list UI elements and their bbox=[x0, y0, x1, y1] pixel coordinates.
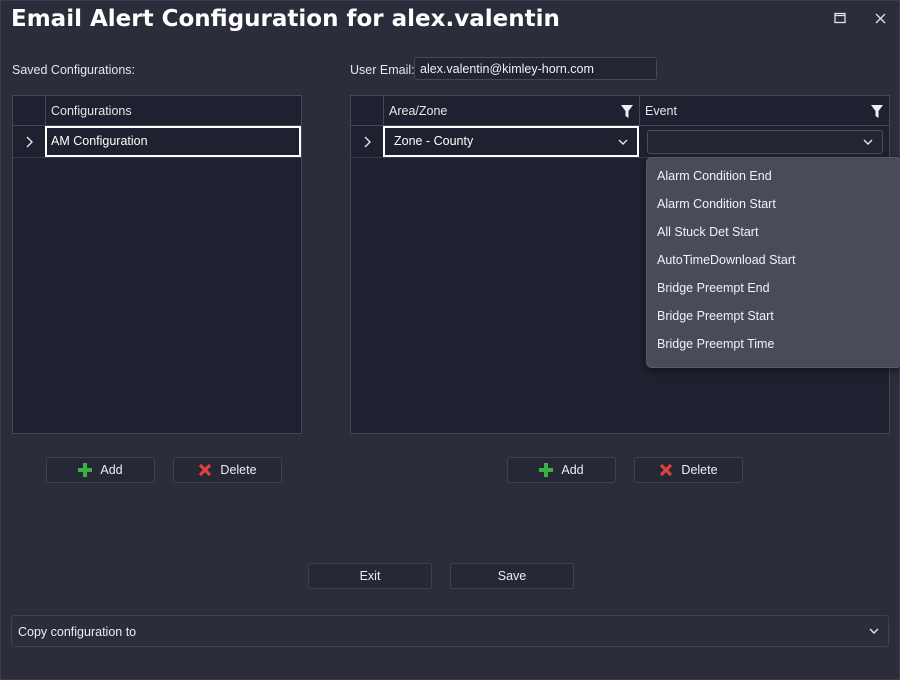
event-dropdown-list: Alarm Condition End Alarm Condition Star… bbox=[646, 157, 900, 368]
save-button[interactable]: Save bbox=[450, 563, 574, 589]
area-zone-value: Zone - County bbox=[394, 134, 474, 148]
delete-x-icon bbox=[660, 463, 673, 477]
chevron-right-icon bbox=[364, 136, 371, 148]
column-header-event[interactable]: Event bbox=[639, 96, 889, 126]
exit-button[interactable]: Exit bbox=[308, 563, 432, 589]
maximize-icon bbox=[834, 12, 846, 24]
event-option[interactable]: Bridge Preempt Time bbox=[647, 330, 900, 358]
column-header-area-zone[interactable]: Area/Zone bbox=[383, 96, 639, 126]
event-option[interactable]: All Stuck Det Start bbox=[647, 218, 900, 246]
column-header-configurations[interactable]: Configurations bbox=[45, 96, 301, 126]
configuration-name-cell[interactable]: AM Configuration bbox=[45, 126, 301, 157]
chevron-down-icon bbox=[869, 628, 879, 634]
chevron-down-icon bbox=[863, 139, 873, 145]
user-email-field[interactable] bbox=[414, 57, 657, 80]
delete-alert-button[interactable]: Delete bbox=[634, 457, 743, 483]
table-row[interactable]: AM Configuration bbox=[13, 126, 301, 158]
plus-icon bbox=[78, 463, 93, 477]
row-expand-button[interactable] bbox=[351, 126, 383, 158]
event-option[interactable]: Bridge Preempt Start bbox=[647, 302, 900, 330]
event-option[interactable]: AutoTimeDownload Start bbox=[647, 246, 900, 274]
row-expand-button[interactable] bbox=[13, 126, 45, 158]
add-configuration-label: Add bbox=[100, 463, 123, 477]
configurations-grid: Configurations AM Configuration bbox=[12, 95, 302, 434]
area-zone-combo[interactable]: Zone - County bbox=[383, 126, 639, 157]
chevron-right-icon bbox=[26, 136, 33, 148]
add-alert-label: Add bbox=[561, 463, 584, 477]
copy-configuration-combo[interactable]: Copy configuration to bbox=[11, 615, 889, 647]
plus-icon bbox=[539, 463, 554, 477]
column-header-area-zone-label: Area/Zone bbox=[389, 104, 448, 118]
event-option[interactable]: Alarm Condition Start bbox=[647, 190, 900, 218]
filter-icon[interactable] bbox=[871, 105, 883, 118]
event-combo[interactable] bbox=[647, 130, 883, 154]
table-row[interactable]: Zone - County bbox=[351, 126, 889, 158]
delete-x-icon bbox=[199, 463, 212, 477]
column-header-event-label: Event bbox=[645, 104, 677, 118]
alerts-grid-header: Area/Zone Event bbox=[351, 96, 889, 126]
maximize-button[interactable] bbox=[825, 5, 855, 31]
delete-configuration-label: Delete bbox=[220, 463, 257, 477]
window-title: Email Alert Configuration for alex.valen… bbox=[11, 6, 560, 32]
add-configuration-button[interactable]: Add bbox=[46, 457, 155, 483]
delete-configuration-button[interactable]: Delete bbox=[173, 457, 282, 483]
email-alert-window: Email Alert Configuration for alex.valen… bbox=[0, 0, 900, 680]
close-button[interactable] bbox=[865, 5, 895, 31]
configurations-grid-header: Configurations bbox=[13, 96, 301, 126]
event-option[interactable]: Bridge Preempt End bbox=[647, 274, 900, 302]
copy-configuration-placeholder: Copy configuration to bbox=[18, 625, 137, 639]
saved-configurations-label: Saved Configurations: bbox=[12, 63, 135, 77]
filter-icon[interactable] bbox=[621, 105, 633, 118]
event-option[interactable]: Alarm Condition End bbox=[647, 162, 900, 190]
add-alert-button[interactable]: Add bbox=[507, 457, 616, 483]
user-email-label: User Email: bbox=[350, 63, 415, 77]
delete-alert-label: Delete bbox=[681, 463, 718, 477]
chevron-down-icon bbox=[618, 139, 628, 145]
close-icon bbox=[875, 13, 885, 23]
